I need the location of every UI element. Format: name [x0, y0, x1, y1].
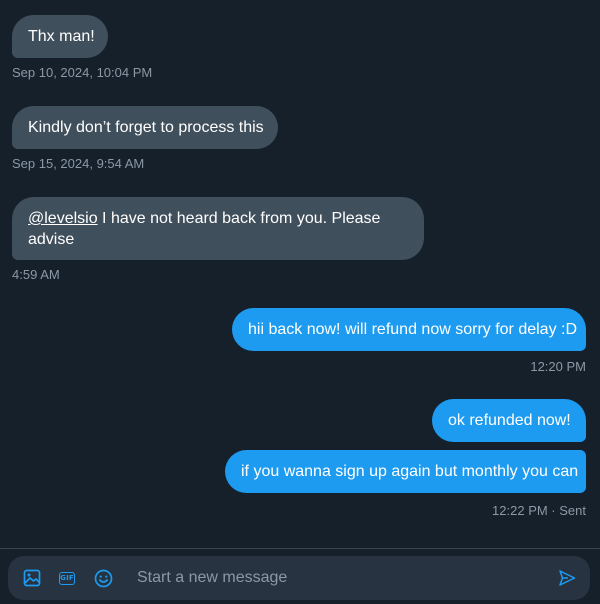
message-text: Thx man! [28, 28, 95, 45]
gif-icon[interactable]: GIF [56, 567, 78, 589]
send-icon[interactable] [556, 567, 578, 589]
message-timestamp: 4:59 AM [12, 267, 60, 282]
message-composer: GIF Start a new message [8, 556, 590, 600]
message-text: ok refunded now! [448, 412, 571, 429]
emoji-icon[interactable] [92, 567, 114, 589]
message-bubble-incoming[interactable]: Kindly don’t forget to process this [12, 106, 278, 149]
message-timestamp: Sep 10, 2024, 10:04 PM [12, 65, 153, 80]
user-mention-link[interactable]: @levelsio [28, 210, 98, 227]
image-icon[interactable] [21, 567, 43, 589]
message-input[interactable]: Start a new message [137, 568, 287, 588]
message-bubble-outgoing[interactable]: ok refunded now! [432, 399, 586, 442]
message-timestamp: 12:20 PM [530, 359, 586, 374]
message-bubble-outgoing[interactable]: if you wanna sign up again but monthly y… [225, 450, 586, 493]
message-bubble-outgoing[interactable]: hii back now! will refund now sorry for … [232, 308, 586, 351]
message-text: if you wanna sign up again but monthly y… [241, 463, 579, 480]
message-text: hii back now! will refund now sorry for … [248, 321, 578, 338]
gif-label: GIF [59, 571, 75, 585]
composer-divider [0, 548, 600, 549]
message-timestamp: 12:22 PM · Sent [492, 503, 586, 518]
message-timestamp: Sep 15, 2024, 9:54 AM [12, 156, 145, 171]
message-thread: Thx man! Sep 10, 2024, 10:04 PM Kindly d… [0, 0, 600, 548]
message-bubble-incoming[interactable]: @levelsio I have not heard back from you… [12, 197, 424, 260]
message-text: Kindly don’t forget to process this [28, 119, 264, 136]
message-bubble-incoming[interactable]: Thx man! [12, 15, 108, 58]
